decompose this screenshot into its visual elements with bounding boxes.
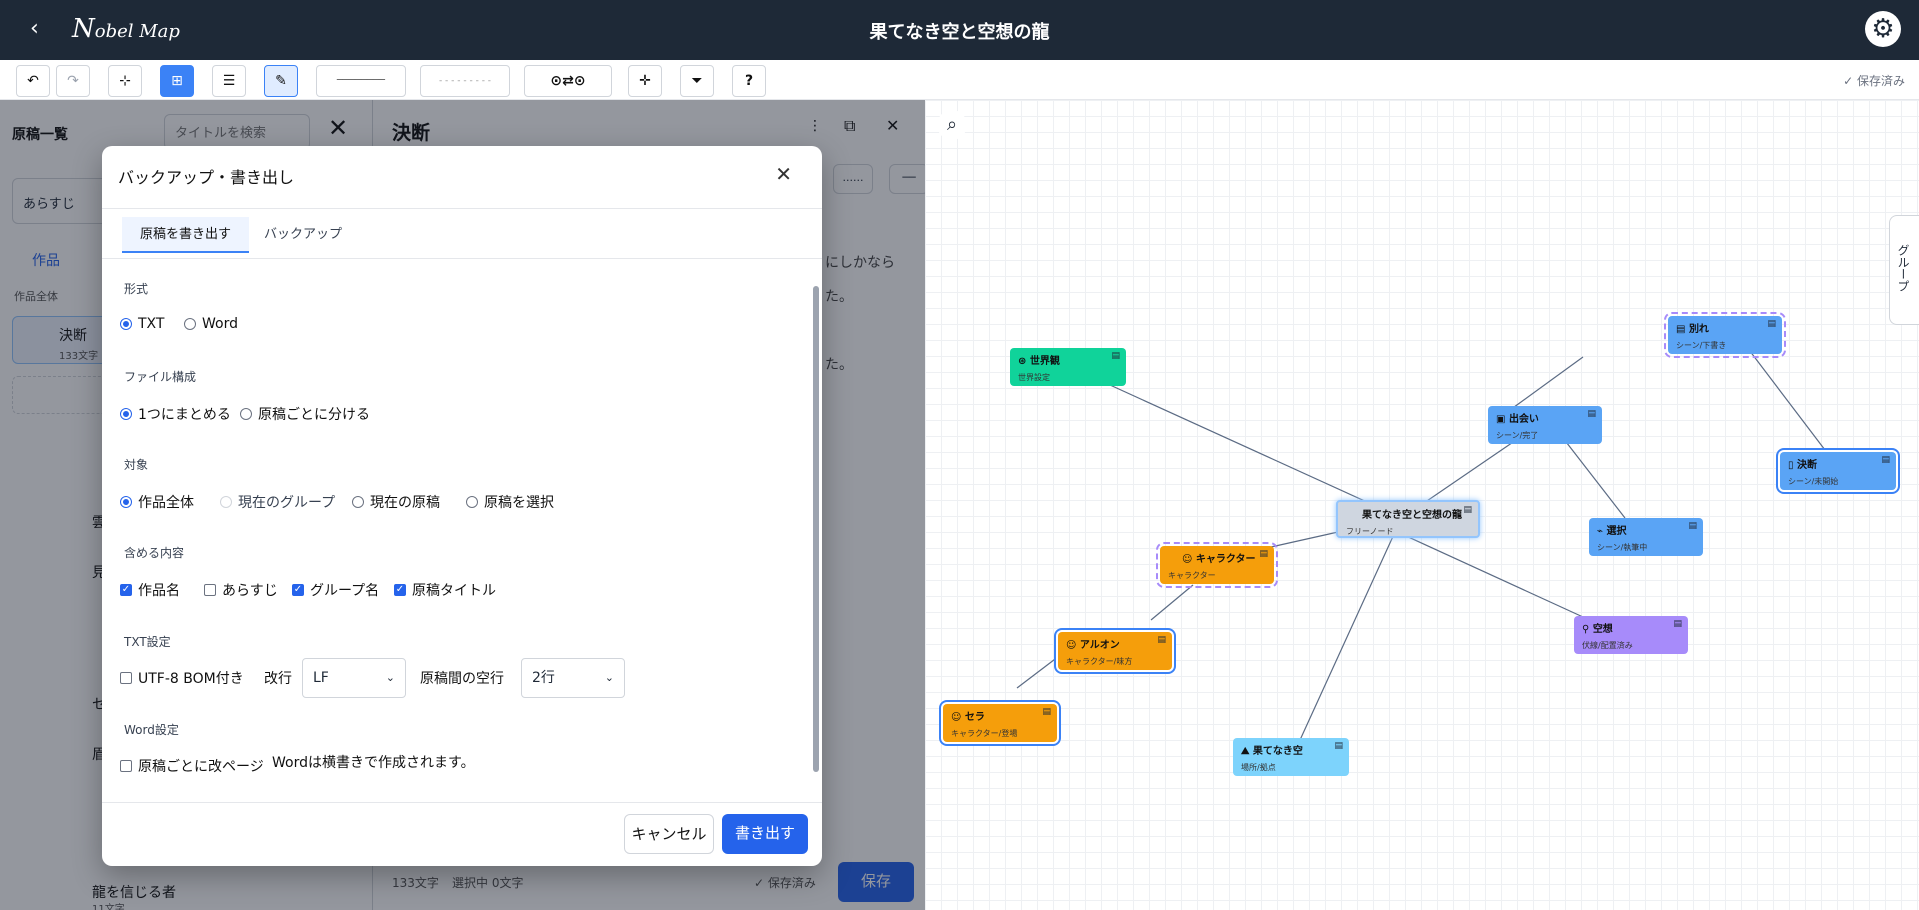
map-node[interactable]: ⊛ 世界観 世界設定 ▤ <box>1010 348 1126 386</box>
toolbar: ↶ ↷ ⊹ ⊞ ☰ ✎ ──────── - - - - - - - - - ⊙… <box>0 60 1919 100</box>
file-structure-label: ファイル構成 <box>124 370 197 384</box>
map-node[interactable]: ⌁ 選択 シーン/執筆中 ▤ <box>1589 518 1703 556</box>
include-title-checkbox[interactable]: ✓ 原稿タイトル <box>394 580 496 600</box>
newline-label: 改行 <box>264 671 292 687</box>
include-summary-checkbox[interactable]: あらすじ <box>204 580 278 600</box>
format-word-radio[interactable]: Word <box>184 316 238 332</box>
map-node[interactable]: ☺ セラ キャラクター/登場 ▤ <box>943 704 1057 742</box>
document-icon: ▤ <box>1688 521 1697 531</box>
divider <box>102 802 822 803</box>
export-button[interactable]: 書き出す <box>722 814 808 854</box>
target-label: 対象 <box>124 458 149 472</box>
redo-button[interactable]: ↷ <box>56 65 90 97</box>
map-node[interactable]: ▣ 出会い シーン/完了 ▤ <box>1488 406 1602 444</box>
target-select-radio[interactable]: 原稿を選択 <box>466 492 554 512</box>
target-group-radio[interactable]: 現在のグループ <box>220 492 335 512</box>
line-dashed-button[interactable]: - - - - - - - - - <box>420 65 510 97</box>
document-icon: ▤ <box>1463 505 1472 515</box>
search-icon[interactable]: ⌕ <box>937 110 967 140</box>
map-node[interactable]: 果てなき空と空想の龍 フリーノード ▤ <box>1336 500 1480 538</box>
map-node[interactable]: ☺ アルオン キャラクター/味方 ▤ <box>1058 632 1172 670</box>
document-icon: ▤ <box>1587 409 1596 419</box>
tab-backup[interactable]: バックアップ <box>246 217 360 253</box>
map-node[interactable]: ▯ 決断 シーン/未開始 ▤ <box>1780 452 1896 490</box>
target-all-radio[interactable]: 作品全体 <box>120 492 194 512</box>
dialog-scrollbar[interactable] <box>812 276 820 791</box>
blank-lines-select[interactable]: 2行 ⌄ <box>521 658 625 698</box>
blank-lines-label: 原稿間の空行 <box>420 671 504 687</box>
word-note: Wordは横書きで作成されます。 <box>272 755 475 771</box>
format-label: 形式 <box>124 282 149 296</box>
document-icon: ▤ <box>1881 455 1890 465</box>
map-node[interactable]: ⚲ 空想 伏線/配置済み ▤ <box>1574 616 1688 654</box>
pen-icon[interactable]: ✎ <box>264 65 298 97</box>
cancel-button[interactable]: キャンセル <box>624 814 714 854</box>
target-current-radio[interactable]: 現在の原稿 <box>352 492 440 512</box>
map-node[interactable]: ⛰ 果てなき空 場所/拠点 ▤ <box>1233 738 1349 776</box>
document-icon[interactable]: ☰ <box>212 65 246 97</box>
gear-icon[interactable]: ⚙ <box>1865 11 1901 47</box>
document-icon: ▤ <box>1767 319 1776 329</box>
include-group-checkbox[interactable]: ✓ グループ名 <box>292 580 379 600</box>
story-map-canvas[interactable]: ⌕ グループ ⊛ 世界観 世界設定 ▤ ▤ 別れ シーン/下書き ▤ ▣ 出会い シーン/… <box>925 100 1919 910</box>
line-solid-button[interactable]: ──────── <box>316 65 406 97</box>
chevron-down-icon: ⌄ <box>385 671 395 684</box>
word-settings-label: Word設定 <box>124 723 179 737</box>
undo-button[interactable]: ↶ <box>16 65 50 97</box>
map-node[interactable]: ▤ 別れ シーン/下書き ▤ <box>1664 312 1786 358</box>
dialog-title: バックアップ・書き出し <box>118 168 295 187</box>
divider <box>102 258 822 259</box>
document-icon: ▤ <box>1157 635 1166 645</box>
link-icon[interactable]: ⊙⇄⊙ <box>524 65 612 97</box>
include-work-name-checkbox[interactable]: ✓ 作品名 <box>120 580 180 600</box>
close-icon[interactable]: ✕ <box>775 162 792 186</box>
divider <box>102 208 822 209</box>
page-break-checkbox[interactable]: 原稿ごとに改ページ <box>120 756 264 776</box>
bom-checkbox[interactable]: UTF-8 BOM付き <box>120 668 244 688</box>
export-dialog: バックアップ・書き出し ✕ 原稿を書き出す バックアップ 形式 TXT Word… <box>102 146 822 866</box>
document-icon: ▤ <box>1673 619 1682 629</box>
format-txt-radio[interactable]: TXT <box>120 316 164 332</box>
document-icon: ▤ <box>1111 351 1120 361</box>
add-node-button[interactable]: ⊞ <box>160 65 194 97</box>
document-icon: ▤ <box>1259 549 1268 559</box>
group-panel-tab[interactable]: グループ <box>1889 215 1919 325</box>
single-file-radio[interactable]: 1つにまとめる <box>120 404 231 424</box>
map-node[interactable]: ☺ キャラクター キャラクター ▤ <box>1156 542 1278 588</box>
include-label: 含める内容 <box>124 546 185 560</box>
txt-settings-label: TXT設定 <box>124 635 171 649</box>
app-header: ‹ Nobel Map 果てなき空と空想の龍 ⚙ <box>0 0 1919 60</box>
save-status: ✓ 保存済み <box>1843 74 1905 88</box>
move-icon[interactable]: ✛ <box>628 65 662 97</box>
document-icon: ▤ <box>1334 741 1343 751</box>
grid-icon[interactable]: ⊹ <box>108 65 142 97</box>
page-title: 果てなき空と空想の龍 <box>869 22 1050 43</box>
tab-export[interactable]: 原稿を書き出す <box>122 217 250 253</box>
split-files-radio[interactable]: 原稿ごとに分ける <box>240 404 370 424</box>
help-icon[interactable]: ? <box>732 65 766 97</box>
filter-icon[interactable]: ⏷ <box>680 65 714 97</box>
chevron-down-icon: ⌄ <box>604 671 614 684</box>
newline-select[interactable]: LF ⌄ <box>302 658 406 698</box>
scrollbar-thumb[interactable] <box>813 286 819 772</box>
document-icon: ▤ <box>1042 707 1051 717</box>
